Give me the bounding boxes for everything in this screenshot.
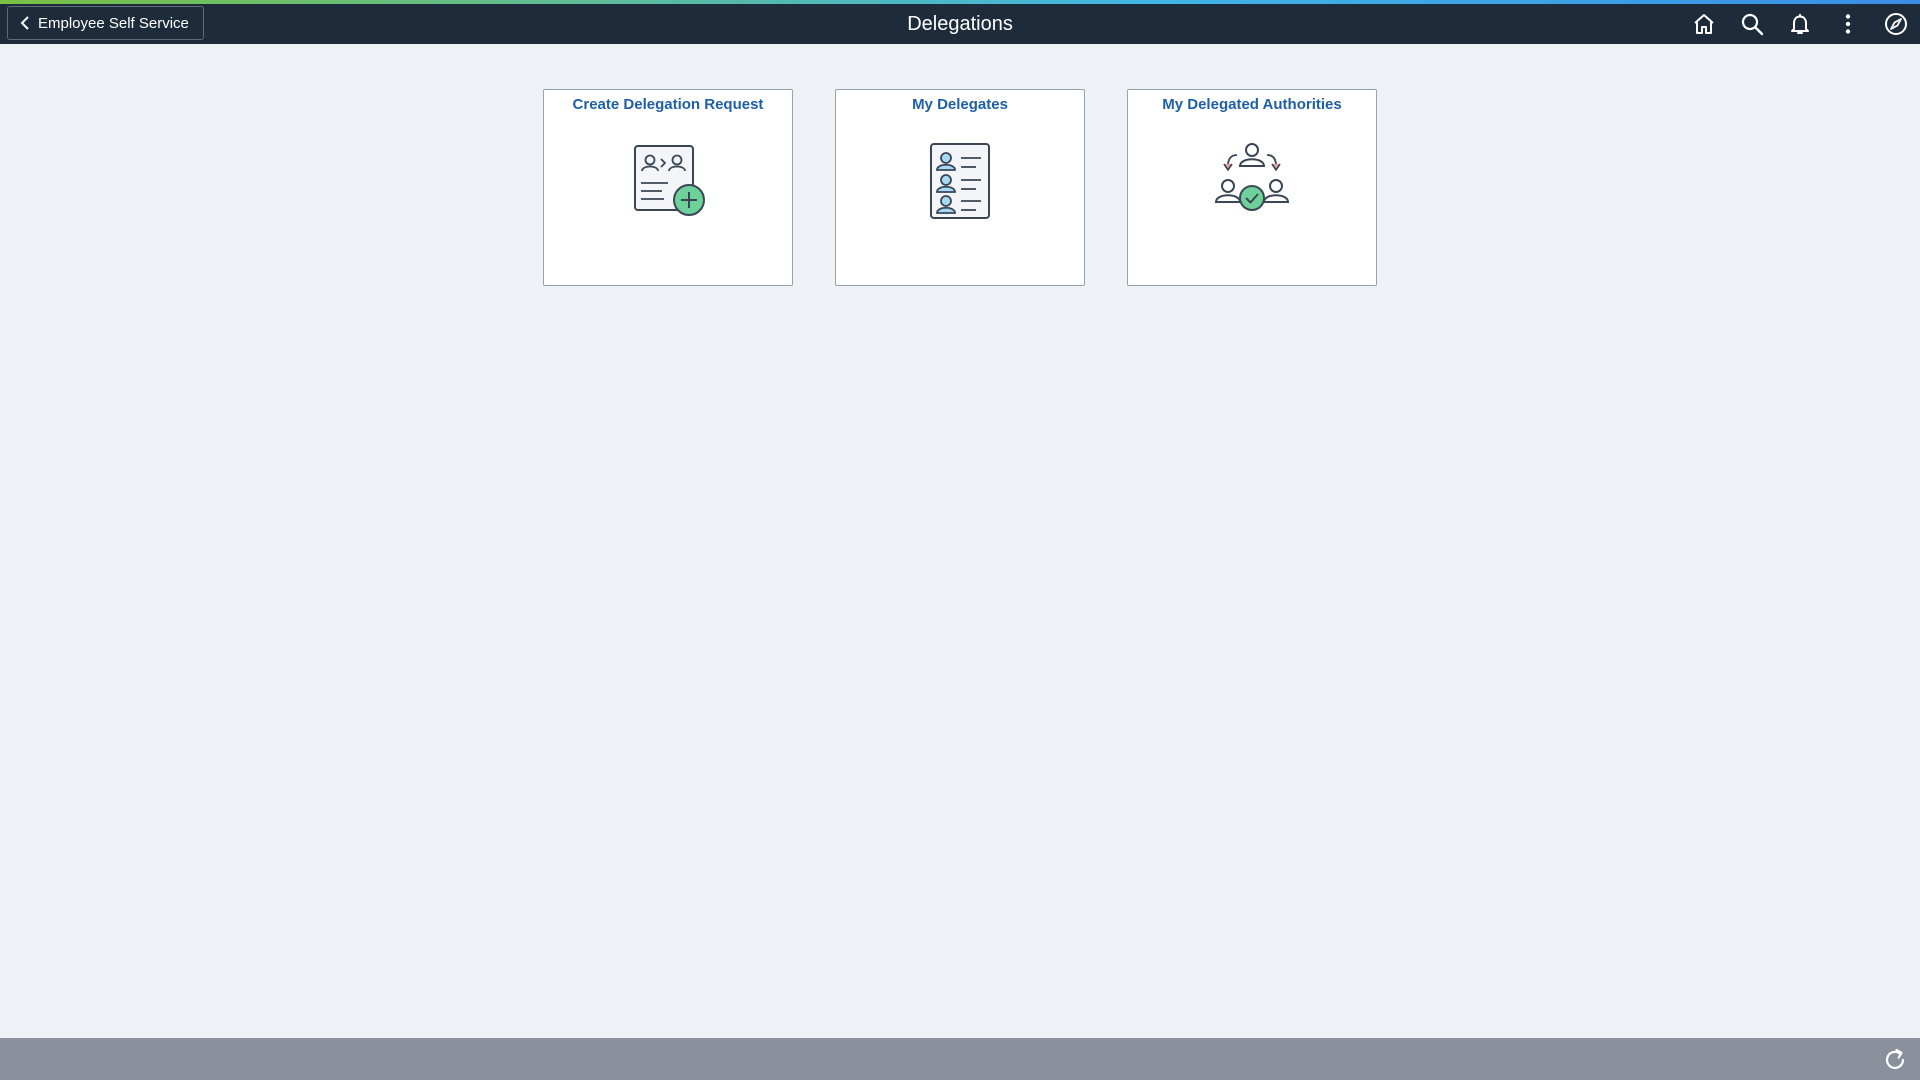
tile-my-delegated-authorities[interactable]: My Delegated Authorities bbox=[1127, 89, 1377, 286]
home-icon bbox=[1694, 14, 1714, 34]
back-button[interactable]: Employee Self Service bbox=[7, 6, 204, 40]
home-button[interactable] bbox=[1680, 4, 1728, 44]
footer-bar bbox=[0, 1038, 1920, 1080]
tile-title: My Delegates bbox=[912, 96, 1008, 113]
create-delegation-icon bbox=[634, 145, 705, 216]
actions-menu-icon bbox=[1845, 14, 1851, 34]
actions-menu-button[interactable] bbox=[1824, 4, 1872, 44]
notifications-button[interactable] bbox=[1776, 4, 1824, 44]
refresh-icon[interactable] bbox=[1882, 1047, 1908, 1073]
search-button[interactable] bbox=[1728, 4, 1776, 44]
page-title: Delegations bbox=[907, 13, 1013, 35]
navbar-compass-icon bbox=[1885, 13, 1907, 35]
tile-create-delegation-request[interactable]: Create Delegation Request bbox=[543, 89, 793, 286]
navbar-button[interactable] bbox=[1872, 4, 1920, 44]
header-actions bbox=[1680, 4, 1920, 44]
back-button-label: Employee Self Service bbox=[38, 14, 189, 32]
notifications-icon bbox=[1791, 14, 1809, 34]
search-icon bbox=[1741, 13, 1764, 36]
chevron-left-icon bbox=[20, 16, 29, 30]
delegates-list-icon bbox=[930, 143, 990, 219]
tile-my-delegates[interactable]: My Delegates bbox=[835, 89, 1085, 286]
delegated-authorities-icon bbox=[1214, 143, 1290, 211]
tile-grid: Create Delegation Request My Delegates M… bbox=[543, 89, 1377, 286]
top-banner: Employee Self Service Delegations bbox=[0, 4, 1920, 44]
tile-title: My Delegated Authorities bbox=[1162, 96, 1342, 113]
tile-title: Create Delegation Request bbox=[572, 96, 764, 113]
